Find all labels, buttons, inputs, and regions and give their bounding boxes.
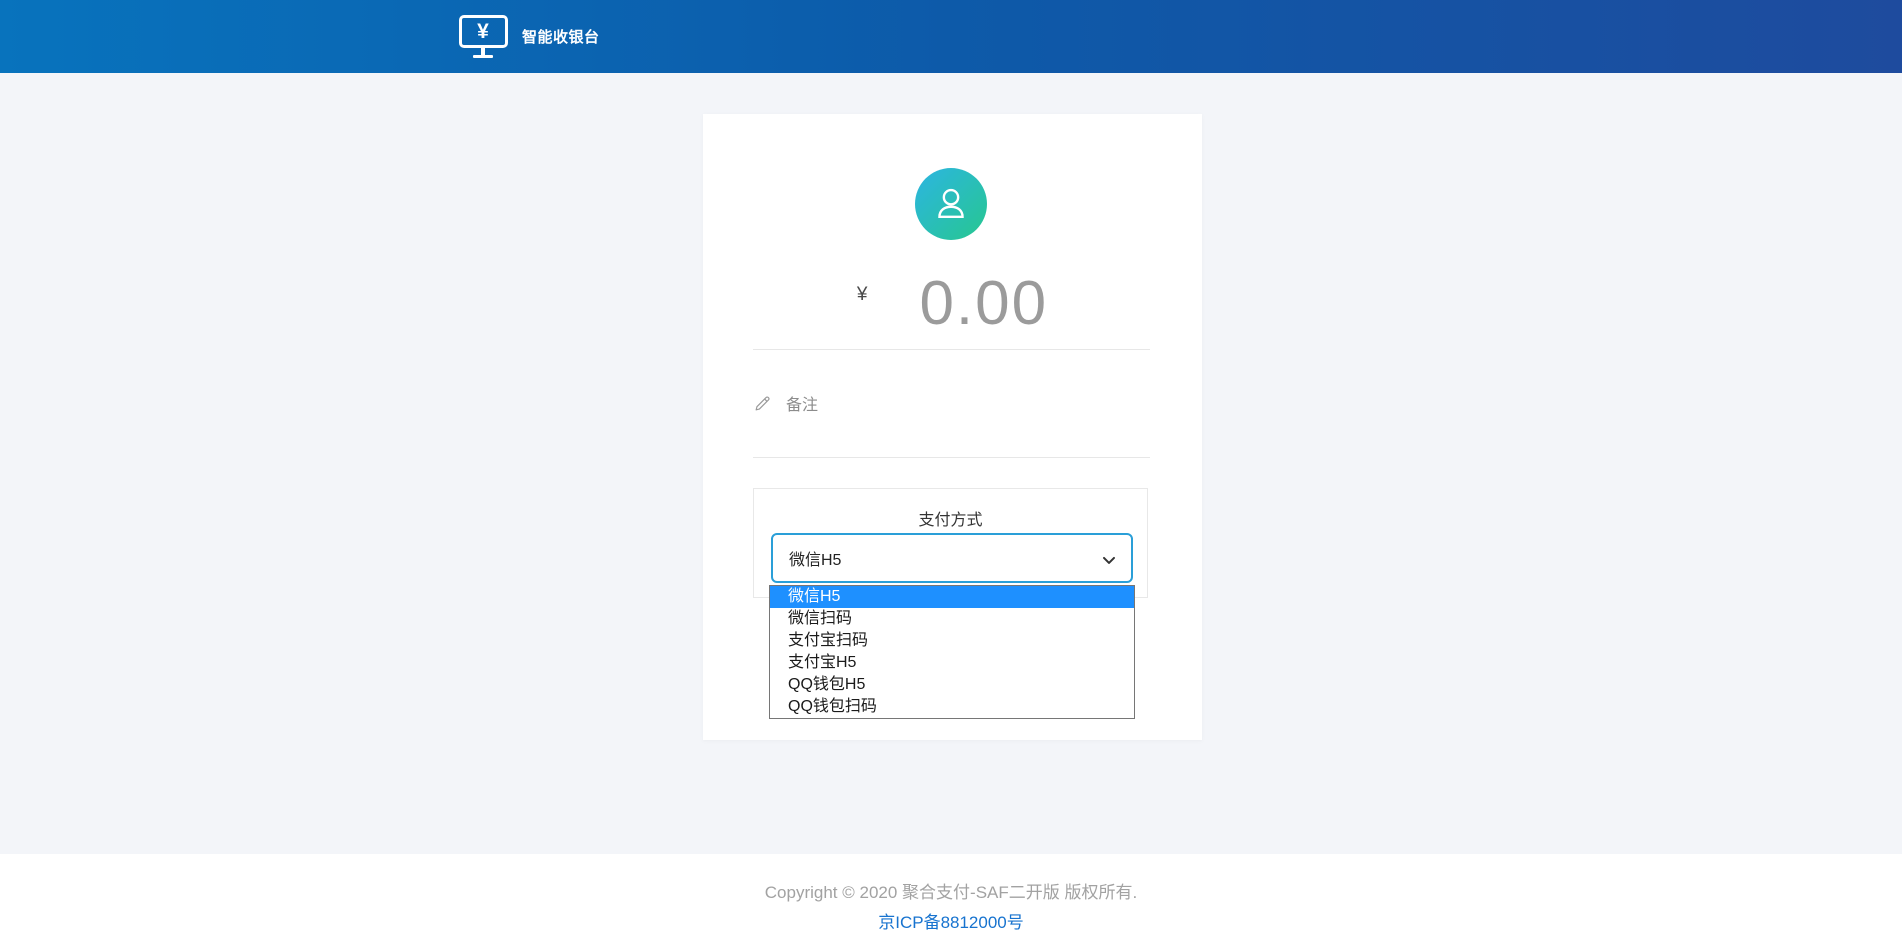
pencil-icon [753, 394, 772, 413]
payment-method-select[interactable]: 微信H5 [771, 533, 1133, 583]
avatar [915, 168, 987, 240]
note-field[interactable]: 备注 [753, 388, 818, 418]
logo-yen-glyph: ¥ [477, 21, 489, 42]
dropdown-option[interactable]: 微信H5 [770, 586, 1134, 608]
payment-method-label: 支付方式 [754, 506, 1147, 530]
icp-link[interactable]: 京ICP备8812000号 [878, 908, 1024, 933]
amount-value: 0.00 [919, 270, 1048, 338]
dropdown-option[interactable]: 支付宝H5 [770, 652, 1134, 674]
monitor-base [473, 55, 493, 58]
dropdown-option[interactable]: 微信扫码 [770, 608, 1134, 630]
brand: ¥ 智能收银台 [458, 0, 600, 73]
amount-underline [753, 349, 1150, 350]
monitor-screen: ¥ [459, 15, 508, 48]
payment-method-dropdown: 微信H5 微信扫码 支付宝扫码 支付宝H5 QQ钱包H5 QQ钱包扫码 [769, 585, 1135, 719]
selected-option-text: 微信H5 [789, 546, 841, 570]
note-label: 备注 [786, 391, 818, 415]
payment-method-box: 支付方式 微信H5 [753, 488, 1148, 598]
dropdown-option[interactable]: 支付宝扫码 [770, 630, 1134, 652]
dropdown-option[interactable]: QQ钱包扫码 [770, 696, 1134, 718]
monitor-stem [481, 48, 485, 55]
cashier-card: ¥ 0.00 备注 支付方式 微信H5 微信H5 微信扫码 支付宝扫码 支付宝H… [703, 114, 1202, 740]
copyright-text: Copyright © 2020 聚合支付-SAF二开版 版权所有. [0, 854, 1902, 903]
app-title: 智能收银台 [522, 26, 600, 47]
chevron-down-icon [1099, 550, 1119, 570]
note-underline [753, 457, 1150, 458]
dropdown-option[interactable]: QQ钱包H5 [770, 674, 1134, 696]
user-icon [929, 182, 973, 226]
monitor-yen-icon: ¥ [458, 15, 508, 58]
header-bar: ¥ 智能收银台 [0, 0, 1902, 73]
footer: Copyright © 2020 聚合支付-SAF二开版 版权所有. 京ICP备… [0, 854, 1902, 937]
amount-field[interactable]: ¥ 0.00 [703, 270, 1202, 338]
currency-symbol: ¥ [857, 284, 868, 306]
